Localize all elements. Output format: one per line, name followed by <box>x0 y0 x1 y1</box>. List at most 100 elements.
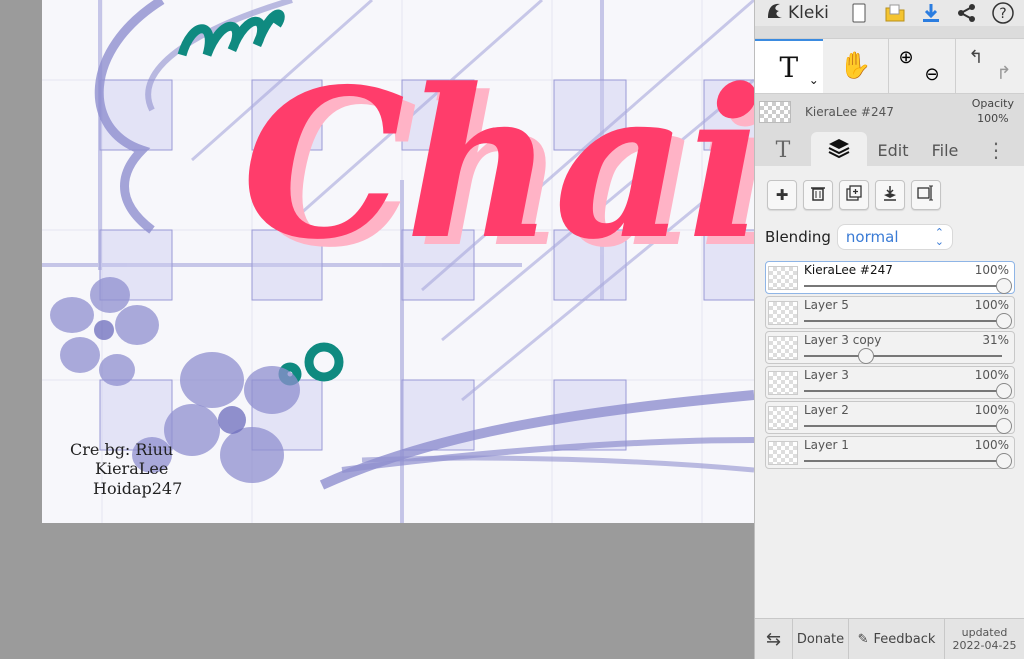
current-layer-opacity[interactable]: Opacity 100% <box>972 96 1014 126</box>
help-icon[interactable]: ? <box>991 1 1015 25</box>
more-menu-icon[interactable]: ⋮ <box>971 132 1021 168</box>
layer-opacity: 100% <box>974 368 1009 382</box>
credit-line-1: Cre bg: Riuu <box>70 440 174 459</box>
undo-icon[interactable]: ↰ <box>968 47 983 68</box>
layer-name: Layer 3 copy <box>804 333 882 347</box>
slider-handle[interactable] <box>996 383 1012 399</box>
layer-opacity: 100% <box>974 403 1009 417</box>
current-layer-name: KieraLee #247 <box>805 105 894 119</box>
panel-footer: ⇆ Donate ✎ Feedback updated 2022-04-25 <box>755 618 1024 659</box>
layer-opacity-slider[interactable] <box>804 320 1002 322</box>
kleki-logo[interactable]: Kleki <box>755 1 845 26</box>
layer-opacity: 100% <box>974 438 1009 452</box>
blending-value: normal <box>845 228 899 246</box>
layer-opacity: 100% <box>974 298 1009 312</box>
updated-label: updated <box>961 626 1008 639</box>
layer-name: Layer 5 <box>804 298 849 312</box>
layer-name: Layer 1 <box>804 438 849 452</box>
text-tool-label: T <box>779 50 799 84</box>
history-controls: ↰ ↱ <box>956 39 1024 93</box>
feedback-icon: ✎ <box>857 631 869 647</box>
folder-icon[interactable] <box>883 1 907 25</box>
slider-handle[interactable] <box>996 278 1012 294</box>
layer-item[interactable]: Layer 3 copy 31% <box>765 331 1015 364</box>
layer-opacity-slider[interactable] <box>804 355 1002 357</box>
blending-label: Blending <box>765 228 831 246</box>
share-icon[interactable] <box>955 1 979 25</box>
opacity-label: Opacity <box>971 97 1014 110</box>
credit-line-2: KieraLee <box>95 459 169 478</box>
svg-text:?: ? <box>999 6 1006 22</box>
layer-item[interactable]: KieraLee #247 100% <box>765 261 1015 294</box>
layer-item[interactable]: Layer 3 100% <box>765 366 1015 399</box>
layer-actions: ✚ <box>755 166 1024 210</box>
tab-edit[interactable]: Edit <box>867 132 919 168</box>
layer-opacity-slider[interactable] <box>804 460 1002 462</box>
layer-thumbnail <box>768 406 798 430</box>
feedback-button[interactable]: ✎ Feedback <box>849 619 945 659</box>
text-tool-button[interactable]: T ⌄ <box>755 39 823 93</box>
updated-date: 2022-04-25 <box>952 639 1017 652</box>
rename-icon <box>917 185 935 205</box>
current-layer-thumbnail <box>759 101 791 123</box>
new-file-icon[interactable] <box>847 1 871 25</box>
top-bar: Kleki ? <box>755 0 1024 26</box>
download-icon[interactable] <box>919 1 943 25</box>
layer-item[interactable]: Layer 5 100% <box>765 296 1015 329</box>
add-layer-button[interactable]: ✚ <box>767 180 797 210</box>
rename-layer-button[interactable] <box>911 180 941 210</box>
tab-text[interactable]: T <box>755 132 811 168</box>
zoom-in-icon[interactable]: ⊕ <box>899 47 914 68</box>
merge-down-button[interactable] <box>875 180 905 210</box>
duplicate-icon <box>846 185 862 205</box>
blending-select[interactable]: normal ⌃ ⌄ <box>836 224 953 250</box>
layer-opacity-slider[interactable] <box>804 425 1002 427</box>
drawing-canvas[interactable]: Chain Chain Cre bg: Riuu KieraLee Hoidap… <box>42 0 754 523</box>
layer-item[interactable]: Layer 1 100% <box>765 436 1015 469</box>
layer-thumbnail <box>768 441 798 465</box>
select-arrows-icon: ⌃ ⌄ <box>934 226 944 248</box>
panel-tabs: T Edit File ⋮ <box>755 132 1024 168</box>
tab-file[interactable]: File <box>919 132 971 168</box>
delete-layer-button[interactable] <box>803 180 833 210</box>
duplicate-layer-button[interactable] <box>839 180 869 210</box>
layer-thumbnail <box>768 336 798 360</box>
updated-info[interactable]: updated 2022-04-25 <box>945 619 1024 659</box>
current-layer-info: KieraLee #247 Opacity 100% <box>755 94 1024 130</box>
layers-panel: ✚ Blending normal ⌃ ⌄ KieraLee #247 100%… <box>755 166 1024 618</box>
swap-side-button[interactable]: ⇆ <box>755 619 793 659</box>
tab-layers[interactable] <box>811 132 867 168</box>
chevron-down-icon[interactable]: ⌄ <box>809 73 819 87</box>
layer-opacity-slider[interactable] <box>804 285 1002 287</box>
layer-thumbnail <box>768 371 798 395</box>
kleki-logo-text: Kleki <box>788 3 829 23</box>
slider-handle[interactable] <box>996 453 1012 469</box>
zoom-out-icon[interactable]: ⊖ <box>925 64 940 85</box>
layers-icon <box>827 137 851 163</box>
layer-list: KieraLee #247 100% Layer 5 100% Layer 3 … <box>765 261 1024 469</box>
layer-name: Layer 2 <box>804 403 849 417</box>
layer-thumbnail <box>768 266 798 290</box>
hand-icon: ✋ <box>838 51 872 81</box>
layer-item[interactable]: Layer 2 100% <box>765 401 1015 434</box>
zoom-controls: ⊕ ⊖ <box>889 39 957 93</box>
slider-handle[interactable] <box>996 313 1012 329</box>
layer-name: KieraLee #247 <box>804 263 893 277</box>
slider-handle[interactable] <box>858 348 874 364</box>
layer-name: Layer 3 <box>804 368 849 382</box>
kleki-logo-icon <box>765 1 785 26</box>
slider-handle[interactable] <box>996 418 1012 434</box>
blending-row: Blending normal ⌃ ⌄ <box>765 224 1024 250</box>
canvas-workspace[interactable]: Chain Chain Cre bg: Riuu KieraLee Hoidap… <box>0 0 754 659</box>
merge-down-icon <box>882 185 898 205</box>
hand-tool-button[interactable]: ✋ <box>823 39 889 93</box>
credit-line-3: Hoidap247 <box>93 479 183 498</box>
feedback-label: Feedback <box>873 631 936 647</box>
title-text: Chain <box>242 45 754 285</box>
tool-row: T ⌄ ✋ ⊕ ⊖ ↰ ↱ <box>755 38 1024 94</box>
donate-button[interactable]: Donate <box>793 619 849 659</box>
layer-thumbnail <box>768 301 798 325</box>
redo-icon[interactable]: ↱ <box>996 63 1011 84</box>
opacity-value: 100% <box>977 112 1009 125</box>
layer-opacity-slider[interactable] <box>804 390 1002 392</box>
